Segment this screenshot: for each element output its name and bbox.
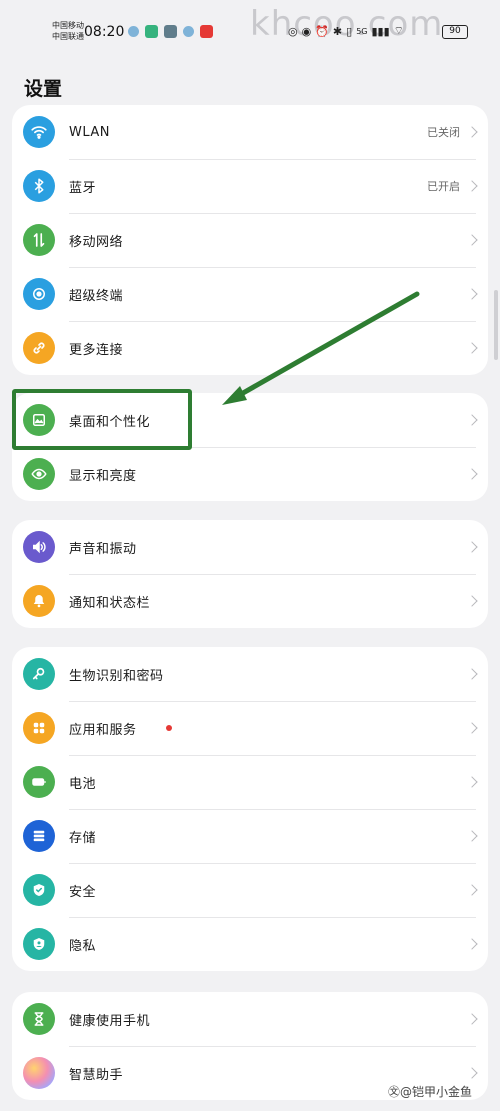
settings-item-security[interactable]: 安全: [12, 863, 488, 917]
chevron-right-icon: [466, 830, 478, 842]
bell-icon: [23, 585, 55, 617]
privacy-icon: [23, 928, 55, 960]
app-notification-icon: [200, 25, 213, 38]
status-time: 08:20: [84, 24, 125, 40]
battery-indicator: 90: [442, 25, 468, 39]
settings-item-label: 应用和服务: [69, 722, 137, 738]
settings-item-label: 电池: [69, 776, 97, 792]
wifi-icon: [23, 116, 55, 148]
eye-comfort-icon: ◉: [301, 24, 312, 38]
chevron-right-icon: [466, 126, 478, 138]
settings-item-mobile-network[interactable]: 移动网络: [12, 213, 488, 267]
system-icons: ◎ ◉ ⏰ ✱ ▯ 5G ▮▮▮ ⌔: [288, 24, 404, 38]
footer-watermark: ㉆@铠甲小金鱼: [388, 1085, 473, 1099]
sound-group: 声音和振动 通知和状态栏: [12, 520, 488, 628]
chevron-right-icon: [466, 668, 478, 680]
settings-item-label: 生物识别和密码: [69, 668, 164, 684]
chevron-right-icon: [466, 414, 478, 426]
settings-item-bluetooth[interactable]: 蓝牙 已开启: [12, 159, 488, 213]
chevron-right-icon: [466, 342, 478, 354]
chevron-right-icon: [466, 595, 478, 607]
settings-item-label: 显示和亮度: [69, 468, 137, 484]
settings-item-sound[interactable]: 声音和振动: [12, 520, 488, 574]
settings-item-biometrics[interactable]: 生物识别和密码: [12, 647, 488, 701]
app-notification-icon: [183, 26, 194, 37]
settings-item-label: 存储: [69, 830, 97, 846]
settings-item-label: 更多连接: [69, 342, 124, 358]
system-group: 生物识别和密码 应用和服务 电池 存储 安全 隐私: [12, 647, 488, 971]
apps-icon: [23, 712, 55, 744]
settings-item-label: 智慧助手: [69, 1067, 124, 1083]
carrier-1: 中国移动: [52, 21, 84, 30]
settings-item-label: 健康使用手机: [69, 1013, 151, 1029]
chevron-right-icon: [466, 541, 478, 553]
link-icon: [23, 332, 55, 364]
vibrate-icon: ▯: [346, 24, 353, 38]
settings-item-value: 已开启: [427, 180, 460, 193]
mobile-data-icon: [23, 224, 55, 256]
scrollbar[interactable]: [494, 290, 498, 360]
settings-item-label: 安全: [69, 884, 97, 900]
settings-item-more-connections[interactable]: 更多连接: [12, 321, 488, 375]
chevron-right-icon: [466, 1067, 478, 1079]
connectivity-group: WLAN 已关闭 蓝牙 已开启 移动网络 超级终端 更多连接: [12, 105, 488, 375]
chevron-right-icon: [466, 234, 478, 246]
chevron-right-icon: [466, 776, 478, 788]
settings-item-battery[interactable]: 电池: [12, 755, 488, 809]
settings-item-label: 声音和振动: [69, 541, 137, 557]
settings-item-label: 通知和状态栏: [69, 595, 151, 611]
bluetooth-icon: [23, 170, 55, 202]
update-badge: [166, 725, 172, 731]
carrier-labels: 中国移动 中国联通: [52, 20, 84, 42]
settings-item-wlan[interactable]: WLAN 已关闭: [12, 105, 488, 159]
chevron-right-icon: [466, 938, 478, 950]
super-device-icon: [23, 278, 55, 310]
wifi-status-icon: ⌔: [393, 24, 405, 37]
settings-item-label: 蓝牙: [69, 180, 97, 196]
chevron-right-icon: [466, 884, 478, 896]
settings-item-label: 移动网络: [69, 234, 124, 250]
notification-icons: [128, 25, 213, 38]
assistant-icon: [23, 1057, 55, 1089]
settings-item-notifications[interactable]: 通知和状态栏: [12, 574, 488, 628]
settings-item-label: 超级终端: [69, 288, 124, 304]
battery-icon: [23, 766, 55, 798]
alarm-icon: ⏰: [315, 24, 329, 38]
signal-icon: ▮▮▮: [371, 24, 390, 38]
speaker-icon: [23, 531, 55, 563]
hourglass-icon: [23, 1003, 55, 1035]
settings-item-display[interactable]: 显示和亮度: [12, 447, 488, 501]
highlight-annotation-box: [12, 389, 192, 450]
network-type: 5G: [356, 26, 368, 36]
eye-icon: [23, 458, 55, 490]
app-notification-icon: [164, 25, 177, 38]
key-icon: [23, 658, 55, 690]
nfc-icon: ◎: [288, 24, 298, 38]
chevron-right-icon: [466, 722, 478, 734]
status-bar: 中国移动 中国联通 08:20 khcoo.com ◎ ◉ ⏰ ✱ ▯ 5G ▮…: [0, 0, 500, 64]
shield-icon: [23, 874, 55, 906]
carrier-2: 中国联通: [52, 32, 84, 41]
settings-item-storage[interactable]: 存储: [12, 809, 488, 863]
chevron-right-icon: [466, 468, 478, 480]
settings-item-value: 已关闭: [427, 126, 460, 139]
app-notification-icon: [145, 25, 158, 38]
settings-item-label: 隐私: [69, 938, 97, 954]
chevron-right-icon: [466, 288, 478, 300]
app-notification-icon: [128, 26, 139, 37]
settings-item-super-device[interactable]: 超级终端: [12, 267, 488, 321]
settings-item-apps[interactable]: 应用和服务: [12, 701, 488, 755]
storage-icon: [23, 820, 55, 852]
settings-item-digital-balance[interactable]: 健康使用手机: [12, 992, 488, 1046]
settings-item-privacy[interactable]: 隐私: [12, 917, 488, 971]
bluetooth-status-icon: ✱: [332, 24, 343, 38]
settings-item-label: WLAN: [69, 124, 111, 140]
chevron-right-icon: [466, 1013, 478, 1025]
chevron-right-icon: [466, 180, 478, 192]
page-title: 设置: [24, 78, 63, 100]
